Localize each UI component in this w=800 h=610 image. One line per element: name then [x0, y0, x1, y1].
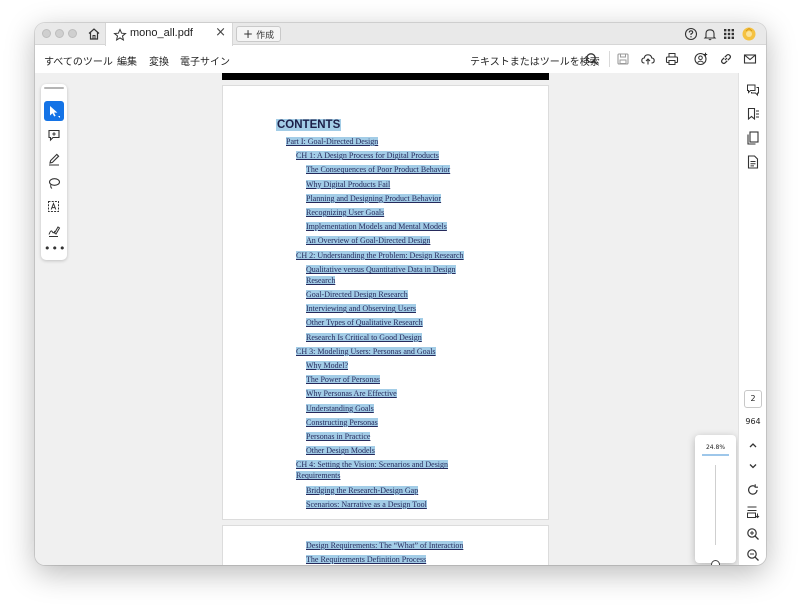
toc-entry[interactable]: An Overview of Goal-Directed Design — [306, 235, 431, 246]
zoom-value[interactable]: 24.8% — [695, 444, 736, 451]
mail-icon[interactable] — [742, 51, 758, 67]
menu-edit[interactable]: 編集 — [117, 53, 137, 68]
right-panel: 2 964 — [738, 73, 766, 565]
toc-entry[interactable]: Scenarios: Narrative as a Design Tool — [306, 499, 427, 510]
toc-entry[interactable]: Other Types of Qualitative Research — [306, 317, 423, 328]
home-icon[interactable] — [86, 26, 102, 42]
minimize-window-button[interactable] — [55, 29, 64, 38]
menu-e-sign[interactable]: 電子サイン — [180, 53, 230, 68]
document-properties-icon[interactable] — [745, 154, 761, 170]
star-icon[interactable] — [113, 27, 127, 42]
zoom-in-icon[interactable] — [745, 526, 761, 542]
zoom-window-button[interactable] — [68, 29, 77, 38]
search-icon[interactable] — [584, 51, 600, 67]
draw-tool-button[interactable] — [44, 149, 64, 169]
plus-icon: + — [243, 27, 254, 41]
toc-entry[interactable]: Other Design Models — [306, 445, 375, 456]
apps-grid-icon[interactable] — [721, 26, 737, 42]
cursor-icon — [50, 106, 60, 118]
toc-entry[interactable]: Recognizing User Goals — [306, 207, 385, 218]
chevron-down-icon[interactable] — [745, 458, 761, 474]
sign-tool-button[interactable] — [44, 221, 64, 241]
more-tools-icon[interactable]: ••• — [44, 243, 65, 254]
link-icon[interactable] — [718, 51, 734, 67]
toc-entry[interactable]: The Consequences of Poor Product Behavio… — [306, 164, 451, 175]
toc-entry[interactable]: Design Requirements: The “What” of Inter… — [306, 540, 464, 551]
document-viewer: ••• CONTENTS Part I: Goal-Directed Desig… — [35, 73, 766, 565]
text-box-icon — [48, 201, 59, 212]
menu-all-tools[interactable]: すべてのツール — [44, 53, 113, 68]
zoom-value-underline — [702, 454, 729, 456]
close-window-button[interactable] — [42, 29, 51, 38]
toc-entry[interactable]: The Requirements Definition Process — [306, 554, 427, 565]
left-toolbar: ••• — [41, 84, 67, 260]
toc-entry[interactable]: Why Personas Are Effective — [306, 388, 397, 399]
profile-avatar[interactable] — [741, 26, 757, 42]
zoom-slider-track[interactable] — [715, 465, 716, 545]
toc-entry[interactable]: Interviewing and Observing Users — [306, 303, 416, 314]
toc-entry[interactable]: Part I: Goal-Directed Design — [286, 136, 379, 147]
select-tool-button[interactable] — [44, 101, 64, 121]
menu-bar: すべてのツール 編集 変換 電子サイン テキストまたはツールを検索 — [35, 46, 766, 73]
tab-title: mono_all.pdf — [130, 27, 193, 39]
toc-entry[interactable]: Qualitative versus Quantitative Data in … — [306, 264, 456, 275]
close-tab-icon[interactable]: × — [215, 26, 226, 40]
previous-page-edge — [222, 73, 549, 80]
save-icon[interactable] — [615, 51, 631, 67]
new-tab-label: 作成 — [256, 31, 275, 41]
title-bar: mono_all.pdf × + 作成 — [35, 23, 766, 46]
contents-heading: CONTENTS — [276, 119, 342, 131]
lasso-icon — [48, 178, 61, 189]
zoom-slider-handle[interactable] — [711, 560, 720, 565]
document-tab[interactable]: mono_all.pdf × — [105, 23, 233, 46]
toc-entry[interactable]: Understanding Goals — [306, 403, 374, 414]
toc-entry[interactable]: CH 2: Understanding the Problem: Design … — [296, 250, 464, 261]
bookmark-icon[interactable] — [745, 106, 761, 122]
cloud-upload-icon[interactable] — [640, 51, 656, 67]
zoom-popup: 24.8% — [695, 435, 736, 565]
chevron-up-icon[interactable] — [745, 437, 761, 453]
toc-entry[interactable]: Bridging the Research-Design Gap — [306, 485, 419, 496]
app-window: mono_all.pdf × + 作成 すべてのツール 編集 変換 電子サイン テ… — [35, 23, 766, 565]
print-icon[interactable] — [664, 51, 680, 67]
toolbar-grip[interactable] — [44, 87, 64, 89]
total-pages: 964 — [745, 417, 761, 426]
search-tools-label[interactable]: テキストまたはツールを検索 — [470, 53, 600, 68]
toc-entry[interactable]: Constructing Personas — [306, 417, 378, 428]
comment-tool-button[interactable] — [44, 125, 64, 145]
lasso-tool-button[interactable] — [44, 173, 64, 193]
signature-icon — [48, 226, 61, 237]
pdf-page-next[interactable]: Design Requirements: The “What” of Inter… — [222, 525, 549, 565]
toc-entry[interactable]: CH 3: Modeling Users: Personas and Goals — [296, 346, 436, 357]
toc-entry[interactable]: CH 1: A Design Process for Digital Produ… — [296, 150, 439, 161]
toc-entry[interactable]: Planning and Designing Product Behavior — [306, 193, 442, 204]
toc-entry[interactable]: Goal-Directed Design Research — [306, 289, 408, 300]
toc-entry[interactable]: CH 4: Setting the Vision: Scenarios and … — [296, 459, 449, 470]
current-page-input[interactable]: 2 — [744, 390, 762, 408]
toc-entry[interactable]: Why Model? — [306, 360, 348, 371]
toc-entry[interactable]: Personas in Practice — [306, 431, 371, 442]
text-select-tool-button[interactable] — [44, 197, 64, 217]
comments-panel-icon[interactable] — [745, 82, 761, 98]
toc-entry[interactable]: Research Is Critical to Good Design — [306, 332, 422, 343]
pen-icon — [49, 153, 60, 166]
new-tab-button[interactable]: + 作成 — [236, 26, 282, 42]
bell-icon[interactable] — [702, 26, 718, 42]
pages-icon[interactable] — [745, 130, 761, 146]
toc-entry[interactable]: Why Digital Products Fail — [306, 179, 391, 190]
add-comment-icon — [48, 129, 60, 142]
menu-convert[interactable]: 変換 — [149, 53, 169, 68]
help-icon[interactable] — [683, 26, 699, 42]
menu-divider — [609, 51, 610, 67]
share-user-icon[interactable] — [693, 51, 709, 67]
toc-entry[interactable]: The Power of Personas — [306, 374, 380, 385]
pdf-page[interactable]: CONTENTS Part I: Goal-Directed Design CH … — [222, 85, 549, 520]
zoom-out-icon[interactable] — [745, 547, 761, 563]
toc-entry[interactable]: Research — [306, 275, 336, 286]
toc-entry[interactable]: Requirements — [296, 470, 341, 481]
scroll-mode-icon[interactable] — [745, 504, 761, 520]
toc-entry[interactable]: Implementation Models and Mental Models — [306, 221, 447, 232]
rotate-icon[interactable] — [745, 482, 761, 498]
